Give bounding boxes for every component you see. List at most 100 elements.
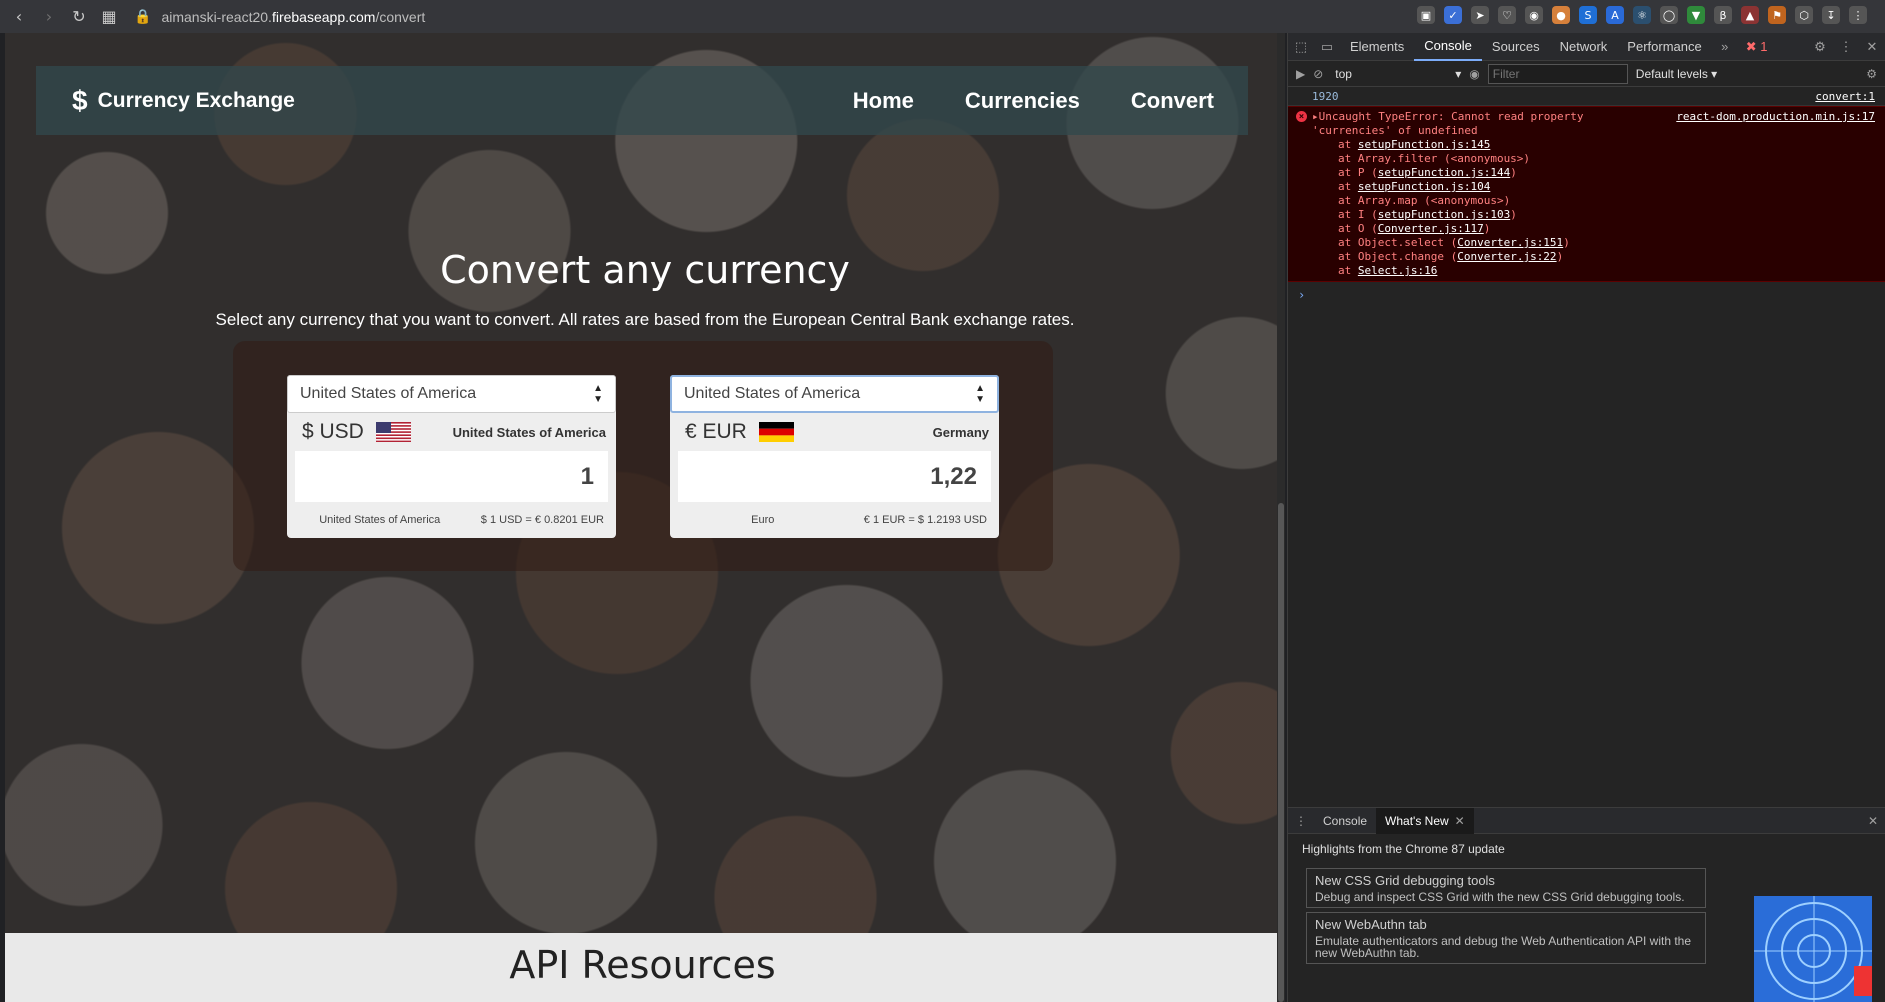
tab-sources[interactable]: Sources xyxy=(1482,33,1550,61)
tab-performance[interactable]: Performance xyxy=(1617,33,1711,61)
close-devtools-icon[interactable]: ✕ xyxy=(1859,39,1885,55)
scrollbar-thumb[interactable] xyxy=(1278,503,1284,1002)
page-viewport: $ Currency Exchange Home Currencies Conv… xyxy=(5,33,1280,1002)
device-toggle-icon[interactable]: ▭ xyxy=(1314,39,1340,55)
api-title: API Resources xyxy=(509,943,776,987)
close-drawer-icon[interactable]: ✕ xyxy=(1860,814,1885,828)
back-icon[interactable]: ‹ xyxy=(8,6,30,28)
send-icon[interactable]: ➤ xyxy=(1471,6,1489,24)
from-select-value: United States of America xyxy=(300,385,477,402)
heart-icon[interactable]: ♡ xyxy=(1498,6,1516,24)
target-illustration-icon xyxy=(1754,896,1872,1002)
from-amount-input[interactable]: 1 xyxy=(295,451,608,502)
globe-icon[interactable]: ◉ xyxy=(1525,6,1543,24)
cube-icon[interactable]: ⬡ xyxy=(1795,6,1813,24)
brand[interactable]: $ Currency Exchange xyxy=(72,85,295,117)
stack-frame-prefix: at xyxy=(1338,264,1358,277)
stack-frame: at Select.js:16 xyxy=(1338,264,1875,278)
tab-network[interactable]: Network xyxy=(1550,33,1618,61)
browser-toolbar: ‹ › ↻ ▦ 🔒 aimanski-react20.firebaseapp.c… xyxy=(0,0,1885,33)
clear-console-icon[interactable]: ⊘ xyxy=(1313,67,1323,81)
nav-currencies[interactable]: Currencies xyxy=(965,88,1080,114)
news-desc: Debug and inspect CSS Grid with the new … xyxy=(1315,890,1685,904)
stack-frame-prefix: at Object.select ( xyxy=(1338,236,1458,249)
error-message[interactable]: Uncaught TypeError: Cannot read property… xyxy=(1312,110,1584,137)
settings-gear-icon[interactable]: ⚙ xyxy=(1807,39,1833,55)
menu-icon[interactable]: ⋮ xyxy=(1849,6,1867,24)
stack-frame: at Object.change (Converter.js:22) xyxy=(1338,250,1875,264)
shield-green-icon[interactable]: ▼ xyxy=(1687,6,1705,24)
log-levels-dropdown[interactable]: Default levels ▾ xyxy=(1636,67,1717,81)
stack-frame-suffix: ) xyxy=(1510,166,1517,179)
color-extension-icon[interactable]: ● xyxy=(1552,6,1570,24)
sidebar-toggle-icon[interactable]: ▶ xyxy=(1296,67,1305,81)
from-currency-card: United States of America ▲ ▼ $ USD United… xyxy=(287,375,616,538)
nav-home[interactable]: Home xyxy=(853,88,914,114)
circle-extension-icon[interactable]: ◯ xyxy=(1660,6,1678,24)
shield-extension-icon[interactable]: ✓ xyxy=(1444,6,1462,24)
log-source-link[interactable]: convert:1 xyxy=(1815,90,1875,103)
news-card[interactable]: New CSS Grid debugging tools Debug and i… xyxy=(1306,868,1706,908)
to-currency-select[interactable]: United States of America ▲ ▼ xyxy=(670,375,999,413)
stack-frame-link[interactable]: Converter.js:22 xyxy=(1457,250,1556,263)
error-count-badge[interactable]: ✖ 1 xyxy=(1746,39,1768,55)
stack-frame-link[interactable]: setupFunction.js:103 xyxy=(1378,208,1510,221)
download-icon[interactable]: ↧ xyxy=(1822,6,1840,24)
highlights-heading: Highlights from the Chrome 87 update xyxy=(1302,842,1505,856)
close-tab-icon[interactable]: ✕ xyxy=(1455,814,1465,828)
error-source-link[interactable]: react-dom.production.min.js:17 xyxy=(1676,110,1875,138)
devtools-drawer: ⋮ Console What's New ✕ ✕ Highlights from … xyxy=(1288,807,1885,1002)
stack-frame-link[interactable]: setupFunction.js:104 xyxy=(1358,180,1490,193)
stack-frame-link[interactable]: setupFunction.js:144 xyxy=(1378,166,1510,179)
eye-icon[interactable]: ◉ xyxy=(1469,67,1479,81)
translate-icon[interactable]: A xyxy=(1606,6,1624,24)
context-selector[interactable]: top ▾ xyxy=(1331,67,1461,81)
to-amount-input[interactable]: 1,22 xyxy=(678,451,991,502)
germany-flag-icon xyxy=(758,422,794,442)
reload-icon[interactable]: ↻ xyxy=(68,6,90,28)
more-tabs-icon[interactable]: » xyxy=(1712,39,1738,54)
tab-elements[interactable]: Elements xyxy=(1340,33,1414,61)
url-rest: /convert xyxy=(375,8,426,25)
react-devtools-icon[interactable]: ⚛ xyxy=(1633,6,1651,24)
drawer-tab-whats-new[interactable]: What's New ✕ xyxy=(1376,807,1474,834)
error-count: 1 xyxy=(1760,38,1768,54)
devtools-menu-icon[interactable]: ⋮ xyxy=(1833,39,1859,55)
stack-frame-prefix: at I ( xyxy=(1338,208,1378,221)
drawer-menu-icon[interactable]: ⋮ xyxy=(1288,814,1314,828)
stack-frame-link[interactable]: Converter.js:151 xyxy=(1457,236,1563,249)
forward-icon[interactable]: › xyxy=(38,6,60,28)
stack-frame: at Array.filter (<anonymous>) xyxy=(1338,152,1875,166)
stack-frame-link[interactable]: setupFunction.js:145 xyxy=(1358,138,1490,151)
stack-frame-link[interactable]: Select.js:16 xyxy=(1358,264,1437,277)
us-flag-icon xyxy=(375,422,411,442)
drawer-tab-console[interactable]: Console xyxy=(1314,808,1376,834)
tabs-grid-icon[interactable]: ▦ xyxy=(98,6,120,28)
stack-frame-prefix: at xyxy=(1338,138,1358,151)
console-filter-input[interactable] xyxy=(1487,63,1628,84)
from-currency-code: $ USD xyxy=(302,420,364,443)
beta-icon[interactable]: β xyxy=(1714,6,1732,24)
context-value: top xyxy=(1335,66,1352,81)
from-currency-select[interactable]: United States of America ▲ ▼ xyxy=(287,375,616,413)
flag-extension-icon[interactable]: ⚑ xyxy=(1768,6,1786,24)
s-extension-icon[interactable]: S xyxy=(1579,6,1597,24)
console-prompt[interactable]: › xyxy=(1288,288,1885,302)
tab-console[interactable]: Console xyxy=(1414,33,1482,61)
stack-frame: at Object.select (Converter.js:151) xyxy=(1338,236,1875,250)
select-arrow-icon: ▲ ▼ xyxy=(593,383,603,405)
console-settings-icon[interactable]: ⚙ xyxy=(1866,67,1877,81)
stack-frame: at I (setupFunction.js:103) xyxy=(1338,208,1875,222)
redux-icon[interactable]: ▲ xyxy=(1741,6,1759,24)
stack-frame-link[interactable]: Converter.js:117 xyxy=(1378,222,1484,235)
camera-icon[interactable]: ▣ xyxy=(1417,6,1435,24)
stack-frame-prefix: at Object.change ( xyxy=(1338,250,1458,263)
nav-convert[interactable]: Convert xyxy=(1131,88,1214,114)
news-card[interactable]: New WebAuthn tab Emulate authenticators … xyxy=(1306,912,1706,964)
log-value: 1920 xyxy=(1312,89,1339,103)
levels-label: Default levels xyxy=(1635,66,1708,81)
address-bar[interactable]: 🔒 aimanski-react20.firebaseapp.com/conve… xyxy=(134,8,425,25)
inspect-icon[interactable]: ⬚ xyxy=(1288,39,1314,55)
page-scrollbar[interactable] xyxy=(1277,33,1285,1002)
brand-name: Currency Exchange xyxy=(97,88,295,112)
